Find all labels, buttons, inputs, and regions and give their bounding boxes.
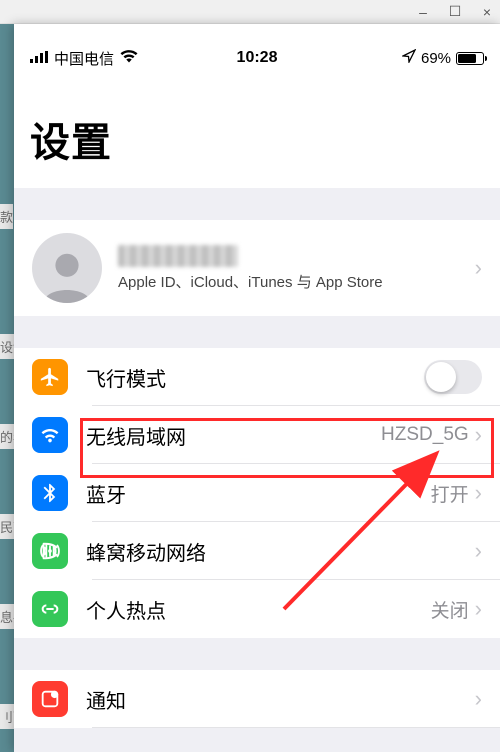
wifi-value: HZSD_5G: [381, 424, 469, 446]
cellular-signal-icon: [30, 50, 48, 66]
location-icon: [402, 49, 416, 67]
airplane-mode-row[interactable]: 飞行模式: [14, 348, 500, 406]
bluetooth-label: 蓝牙: [86, 479, 431, 508]
host-window-titlebar: – ☐ ×: [0, 0, 500, 24]
notifications-section: 通知 ›: [14, 670, 500, 728]
hotspot-icon: [32, 591, 68, 627]
bluetooth-row[interactable]: 蓝牙 打开 ›: [14, 464, 500, 522]
wifi-row[interactable]: 无线局域网 HZSD_5G ›: [14, 406, 500, 464]
chevron-right-icon: ›: [475, 255, 482, 281]
airplane-icon: [32, 359, 68, 395]
carrier-label: 中国电信: [54, 48, 114, 69]
hotspot-row[interactable]: 个人热点 关闭 ›: [14, 580, 500, 638]
status-time: 10:28: [237, 49, 278, 67]
airplane-switch[interactable]: [424, 360, 482, 394]
connectivity-section: 飞行模式 无线局域网 HZSD_5G › 蓝牙 打开 ›: [14, 348, 500, 638]
chevron-right-icon: ›: [475, 596, 482, 622]
phone-screen: 中国电信 10:28 69% 设置 Apple ID、iCloud、iTunes…: [14, 24, 500, 752]
bluetooth-icon: [32, 475, 68, 511]
chevron-right-icon: ›: [475, 422, 482, 448]
account-section: Apple ID、iCloud、iTunes 与 App Store ›: [14, 220, 500, 316]
battery-icon: [456, 52, 484, 65]
page-title: 设置: [14, 74, 500, 188]
account-name-redacted: [118, 245, 238, 267]
bluetooth-value: 打开: [431, 480, 469, 507]
status-bar: 中国电信 10:28 69%: [14, 24, 500, 74]
battery-percentage: 69%: [421, 50, 451, 67]
window-minimize-button[interactable]: –: [416, 4, 430, 20]
chevron-right-icon: ›: [475, 686, 482, 712]
chevron-right-icon: ›: [475, 480, 482, 506]
wifi-icon: [120, 50, 138, 66]
window-maximize-button[interactable]: ☐: [448, 3, 462, 20]
account-subtitle: Apple ID、iCloud、iTunes 与 App Store: [118, 271, 475, 292]
cellular-label: 蜂窝移动网络: [86, 537, 475, 566]
avatar-icon: [32, 233, 102, 303]
chevron-right-icon: ›: [475, 538, 482, 564]
cellular-row[interactable]: 蜂窝移动网络 ›: [14, 522, 500, 580]
hotspot-value: 关闭: [431, 596, 469, 623]
wifi-settings-icon: [32, 417, 68, 453]
hotspot-label: 个人热点: [86, 595, 431, 624]
notifications-icon: [32, 681, 68, 717]
window-close-button[interactable]: ×: [480, 4, 494, 20]
notifications-row[interactable]: 通知 ›: [14, 670, 500, 728]
wifi-label: 无线局域网: [86, 421, 381, 450]
notifications-label: 通知: [86, 685, 475, 714]
backdrop-fragment: 款: [0, 204, 13, 229]
apple-id-row[interactable]: Apple ID、iCloud、iTunes 与 App Store ›: [14, 220, 500, 316]
cellular-icon: [32, 533, 68, 569]
airplane-label: 飞行模式: [86, 363, 424, 392]
